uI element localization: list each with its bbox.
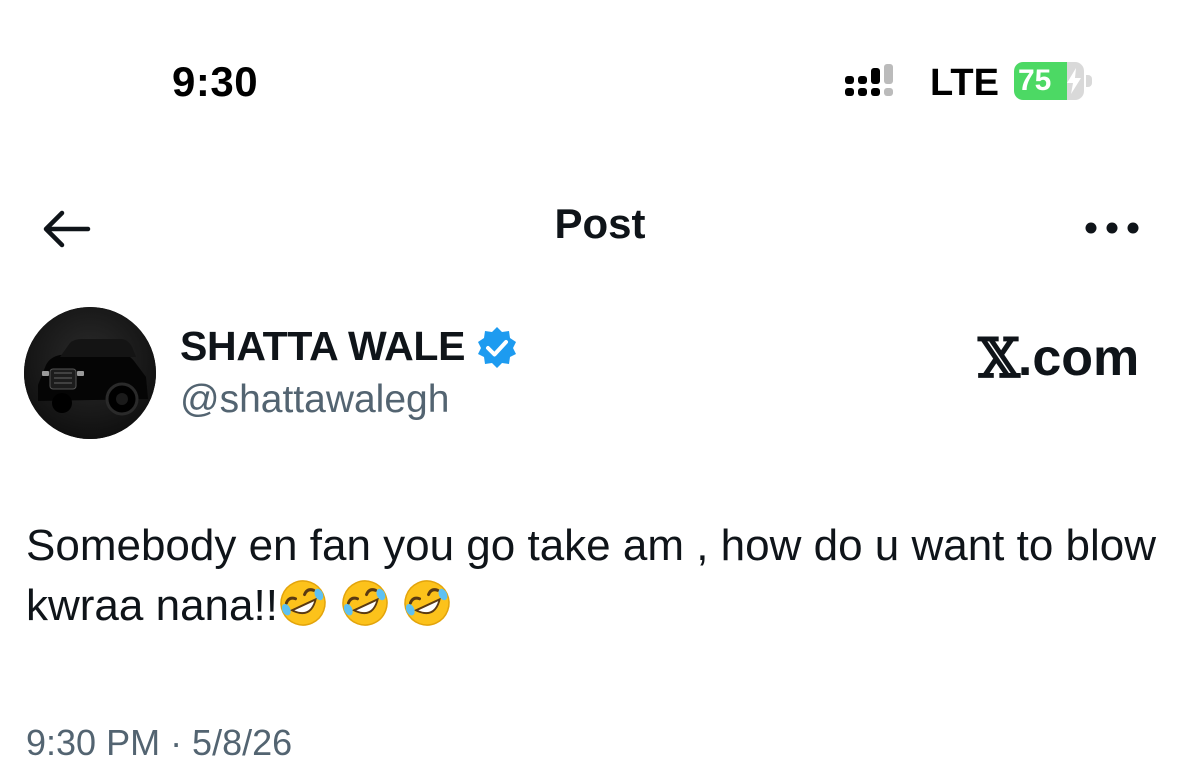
x-com-watermark: 𝕏 .com bbox=[978, 326, 1139, 390]
author-name-row[interactable]: SHATTA WALE bbox=[180, 323, 519, 370]
page-title: Post bbox=[554, 200, 646, 247]
post-body: Somebody en fan you go take am , how do … bbox=[26, 516, 1176, 636]
charging-bolt-icon bbox=[1067, 68, 1081, 94]
watermark-suffix: .com bbox=[1017, 329, 1140, 387]
signal-bars-icon bbox=[845, 64, 893, 96]
network-type: LTE bbox=[930, 62, 999, 104]
battery-indicator: 75 bbox=[1014, 62, 1094, 102]
status-time: 9:30 bbox=[172, 58, 259, 105]
rolling-on-floor-laughing-icon bbox=[404, 580, 450, 626]
post-text: Somebody en fan you go take am , how do … bbox=[26, 521, 1157, 630]
rolling-on-floor-laughing-icon bbox=[280, 580, 326, 626]
author-handle[interactable]: @shattawalegh bbox=[180, 378, 449, 422]
avatar-car-image bbox=[24, 307, 156, 439]
post-timestamp[interactable]: 9:30 PM · 5/8/26 bbox=[26, 722, 292, 764]
verified-badge-icon[interactable] bbox=[475, 325, 519, 369]
rolling-on-floor-laughing-icon bbox=[342, 580, 388, 626]
battery-level: 75 bbox=[1018, 64, 1052, 97]
author-display-name[interactable]: SHATTA WALE bbox=[180, 323, 465, 370]
avatar[interactable] bbox=[24, 307, 156, 439]
more-options-icon[interactable] bbox=[1083, 219, 1141, 237]
x-logo-icon: 𝕏 bbox=[978, 326, 1020, 390]
